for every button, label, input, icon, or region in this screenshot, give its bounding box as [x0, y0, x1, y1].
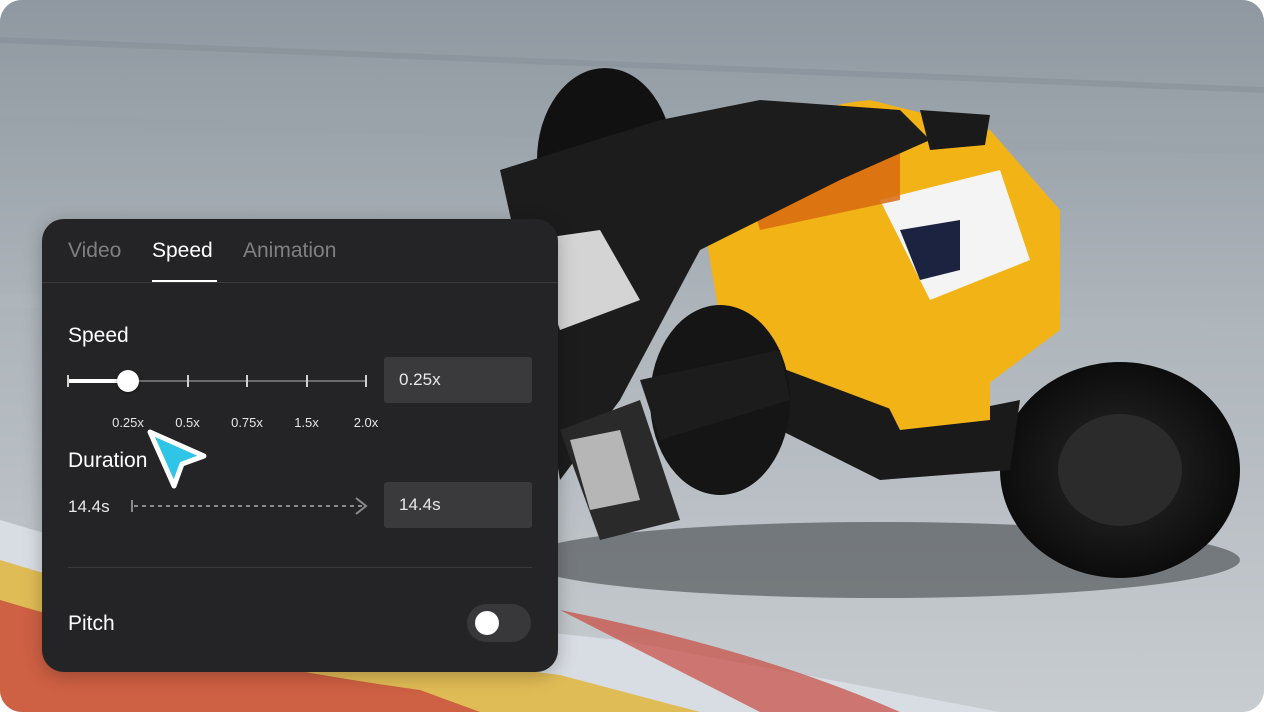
- slider-tick: [246, 375, 248, 387]
- speed-option-label[interactable]: 2.0x: [354, 415, 379, 430]
- section-divider: [68, 567, 532, 568]
- pitch-toggle[interactable]: [467, 604, 531, 642]
- duration-section-title: Duration: [68, 449, 148, 472]
- pitch-toggle-knob: [475, 611, 499, 635]
- speed-section-title: Speed: [68, 324, 129, 347]
- slider-tick: [305, 375, 308, 387]
- slider-tick: [186, 375, 189, 387]
- speed-value-field[interactable]: 0.25x: [384, 357, 532, 403]
- tab-bar: Video Speed Animation: [42, 219, 558, 283]
- tab-animation[interactable]: Animation: [243, 239, 336, 263]
- speed-option-label[interactable]: 0.25x: [112, 415, 144, 430]
- slider-tick: [365, 375, 367, 387]
- speed-settings-panel: Video Speed Animation Speed 0.25x 0.5x 0.7…: [42, 219, 558, 672]
- slider-tick: [67, 375, 69, 387]
- speed-option-label[interactable]: 1.5x: [294, 415, 319, 430]
- pitch-section-title: Pitch: [68, 612, 115, 635]
- original-duration: 14.4s: [68, 497, 110, 516]
- speed-option-label[interactable]: 0.75x: [231, 415, 263, 430]
- result-duration-field[interactable]: 14.4s: [384, 482, 532, 528]
- tab-video[interactable]: Video: [68, 239, 121, 263]
- pointer-cursor-icon: [147, 429, 207, 489]
- tab-speed[interactable]: Speed: [152, 239, 213, 263]
- active-tab-indicator: [152, 280, 217, 282]
- speed-slider-handle[interactable]: [117, 370, 139, 392]
- dashed-arrow-right-icon: [131, 497, 368, 515]
